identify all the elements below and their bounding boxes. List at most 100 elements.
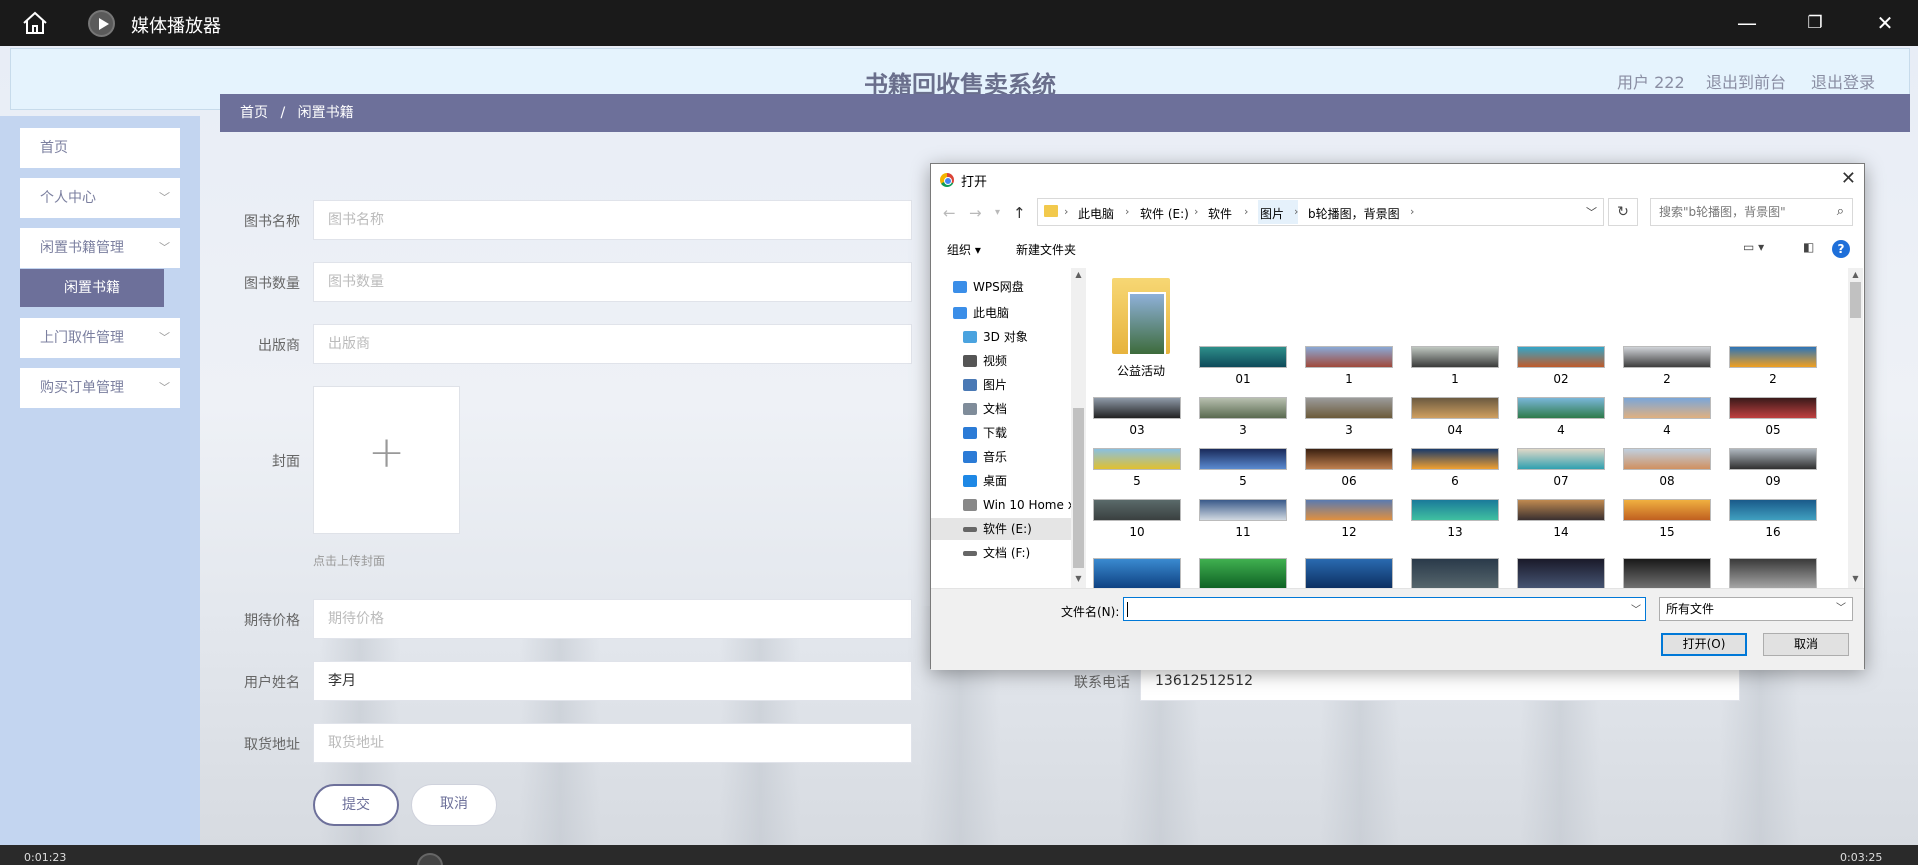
- tree-item-desktop[interactable]: 桌面: [931, 470, 1071, 492]
- image-file-item[interactable]: 03: [1091, 397, 1183, 447]
- path-segment-drive-e[interactable]: 软件 (E:): [1140, 205, 1189, 222]
- scroll-thumb[interactable]: [1850, 282, 1861, 318]
- tree-item-music[interactable]: 音乐: [931, 446, 1071, 468]
- user-name-input[interactable]: 李月: [313, 661, 912, 701]
- exit-to-front-link[interactable]: 退出到前台: [1706, 69, 1786, 93]
- tree-item-win10[interactable]: Win 10 Home x: [931, 494, 1071, 516]
- image-file-item[interactable]: 09: [1727, 448, 1819, 498]
- tree-item-3d-objects[interactable]: 3D 对象: [931, 326, 1071, 348]
- image-file-item[interactable]: 15: [1621, 499, 1713, 549]
- logout-link[interactable]: 退出登录: [1811, 69, 1875, 93]
- book-name-input[interactable]: 图书名称: [313, 200, 912, 240]
- file-type-select[interactable]: 所有文件 ﹀: [1659, 597, 1853, 621]
- home-icon[interactable]: [22, 11, 48, 35]
- publisher-input[interactable]: 出版商: [313, 324, 912, 364]
- image-file-item[interactable]: 13: [1409, 499, 1501, 549]
- recent-chevron-icon[interactable]: ▾: [995, 207, 1000, 218]
- folder-item[interactable]: 公益活动: [1088, 278, 1180, 378]
- image-file-item[interactable]: 3: [1197, 397, 1289, 447]
- chevron-down-icon[interactable]: ﹀: [1586, 204, 1597, 220]
- cover-uploader[interactable]: +: [313, 386, 460, 534]
- files-scrollbar[interactable]: ▲ ▼: [1848, 268, 1863, 588]
- path-segment-carousel[interactable]: b轮播图，背景图: [1308, 205, 1400, 222]
- image-file-item[interactable]: 1: [1303, 346, 1395, 396]
- image-file-item[interactable]: 16: [1727, 499, 1819, 549]
- minimize-button[interactable]: —: [1732, 8, 1762, 38]
- preview-pane-icon[interactable]: ◧: [1803, 240, 1814, 254]
- path-segment-pictures[interactable]: 图片: [1260, 205, 1284, 222]
- image-file-item[interactable]: 3: [1303, 397, 1395, 447]
- image-file-item[interactable]: [1303, 550, 1395, 588]
- book-count-input[interactable]: 图书数量: [313, 262, 912, 302]
- dialog-cancel-button[interactable]: 取消: [1763, 633, 1849, 656]
- image-file-item[interactable]: 1: [1409, 346, 1501, 396]
- image-file-item[interactable]: 06: [1303, 448, 1395, 498]
- chevron-down-icon[interactable]: ﹀: [1631, 601, 1641, 616]
- scroll-thumb[interactable]: [1073, 408, 1084, 568]
- sidebar-item-home[interactable]: 首页: [20, 128, 180, 168]
- tree-item-drive-e[interactable]: 软件 (E:): [931, 518, 1071, 540]
- image-file-item[interactable]: 04: [1409, 397, 1501, 447]
- close-button[interactable]: ✕: [1870, 8, 1900, 38]
- image-file-item[interactable]: 6: [1409, 448, 1501, 498]
- maximize-button[interactable]: ❐: [1800, 8, 1830, 38]
- new-folder-button[interactable]: 新建文件夹: [1016, 241, 1076, 258]
- sidebar-subitem-idle-books[interactable]: 闲置书籍: [20, 269, 164, 307]
- image-file-item[interactable]: [1621, 550, 1713, 588]
- organize-menu[interactable]: 组织 ▾: [947, 241, 981, 258]
- tree-item-wps[interactable]: WPS网盘: [931, 276, 1071, 298]
- image-file-item[interactable]: 12: [1303, 499, 1395, 549]
- path-segment-software[interactable]: 软件: [1208, 205, 1232, 222]
- back-arrow-icon[interactable]: ←: [943, 204, 956, 222]
- dialog-close-button[interactable]: ✕: [1841, 168, 1856, 189]
- address-bar[interactable]: › 此电脑 › 软件 (E:) › 软件 › 图片 › b轮播图，背景图 › ﹀: [1037, 198, 1604, 226]
- tree-item-this-pc[interactable]: 此电脑: [931, 302, 1071, 324]
- image-file-item[interactable]: 2: [1621, 346, 1713, 396]
- image-file-item[interactable]: 10: [1091, 499, 1183, 549]
- image-file-item[interactable]: [1727, 550, 1819, 588]
- tree-scrollbar[interactable]: ▲ ▼: [1071, 268, 1086, 588]
- tree-item-documents[interactable]: 文档: [931, 398, 1071, 420]
- open-button[interactable]: 打开(O): [1661, 633, 1747, 656]
- forward-arrow-icon[interactable]: →: [969, 204, 982, 222]
- help-icon[interactable]: ?: [1832, 240, 1850, 258]
- sidebar-item-personal-center[interactable]: 个人中心 ﹀: [20, 178, 180, 218]
- sidebar-item-purchase-orders[interactable]: 购买订单管理 ﹀: [20, 368, 180, 408]
- cancel-button[interactable]: 取消: [411, 784, 497, 826]
- image-file-item[interactable]: 5: [1197, 448, 1289, 498]
- image-file-item[interactable]: 05: [1727, 397, 1819, 447]
- tree-item-videos[interactable]: 视频: [931, 350, 1071, 372]
- filename-input[interactable]: ﹀: [1123, 597, 1646, 621]
- image-file-item[interactable]: 14: [1515, 499, 1607, 549]
- image-file-item[interactable]: 4: [1621, 397, 1713, 447]
- up-arrow-icon[interactable]: ↑: [1013, 204, 1026, 222]
- view-options-icon[interactable]: ▭ ▾: [1743, 240, 1764, 254]
- image-file-item[interactable]: [1515, 550, 1607, 588]
- image-file-item[interactable]: [1409, 550, 1501, 588]
- image-file-item[interactable]: [1197, 550, 1289, 588]
- image-file-item[interactable]: 5: [1091, 448, 1183, 498]
- image-file-item[interactable]: 4: [1515, 397, 1607, 447]
- breadcrumb-home[interactable]: 首页: [240, 105, 268, 121]
- sidebar-item-pickup-manage[interactable]: 上门取件管理 ﹀: [20, 318, 180, 358]
- address-input[interactable]: 取货地址: [313, 723, 912, 763]
- image-file-item[interactable]: 01: [1197, 346, 1289, 396]
- tree-item-drive-f[interactable]: 文档 (F:): [931, 542, 1071, 564]
- refresh-button[interactable]: ↻: [1608, 198, 1638, 226]
- search-input[interactable]: 搜索"b轮播图，背景图" ⌕: [1650, 198, 1853, 226]
- seek-handle[interactable]: [417, 853, 443, 865]
- path-segment-this-pc[interactable]: 此电脑: [1078, 205, 1114, 222]
- price-input[interactable]: 期待价格: [313, 599, 912, 639]
- submit-button[interactable]: 提交: [313, 784, 399, 826]
- image-file-item[interactable]: [1091, 550, 1183, 588]
- image-file-item[interactable]: 07: [1515, 448, 1607, 498]
- scroll-up-icon[interactable]: ▲: [1848, 270, 1863, 279]
- image-file-item[interactable]: 02: [1515, 346, 1607, 396]
- image-file-item[interactable]: 08: [1621, 448, 1713, 498]
- image-file-item[interactable]: 2: [1727, 346, 1819, 396]
- image-file-item[interactable]: 11: [1197, 499, 1289, 549]
- sidebar-item-idle-books-manage[interactable]: 闲置书籍管理 ﹀: [20, 228, 180, 268]
- tree-item-downloads[interactable]: 下载: [931, 422, 1071, 444]
- scroll-down-icon[interactable]: ▼: [1848, 574, 1863, 583]
- tree-item-pictures[interactable]: 图片: [931, 374, 1071, 396]
